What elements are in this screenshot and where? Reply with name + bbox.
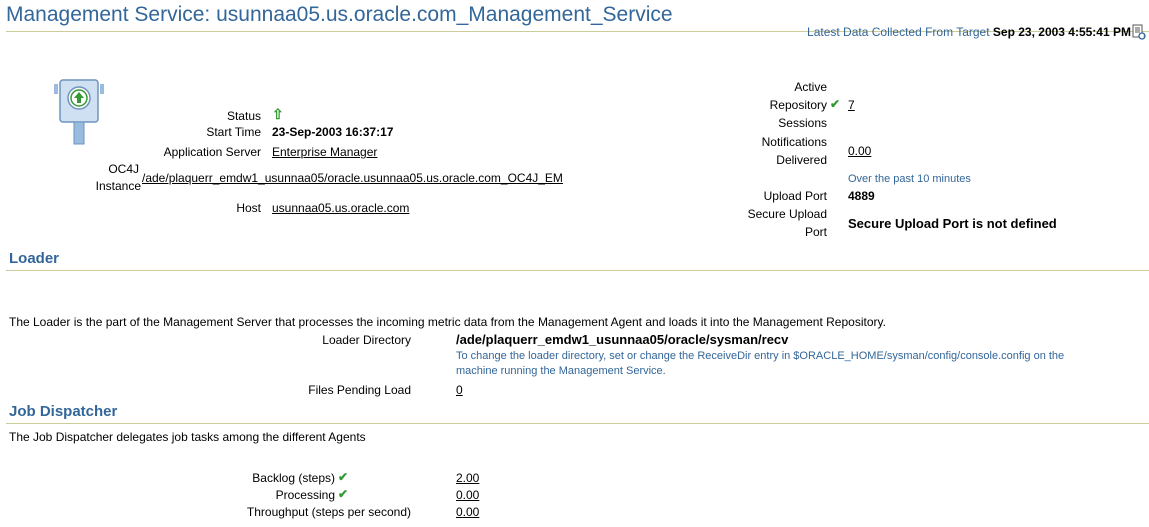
active-sessions-label-2: Repository xyxy=(769,98,827,112)
notifications-label-2: Delivered xyxy=(776,153,827,167)
files-pending-label: Files Pending Load xyxy=(308,383,411,397)
secure-upload-value: Secure Upload Port is not defined xyxy=(848,216,1057,231)
app-server-label: Application Server xyxy=(163,145,261,159)
loader-directory-label: Loader Directory xyxy=(322,333,411,347)
job-dispatcher-description: The Job Dispatcher delegates job tasks a… xyxy=(9,430,366,444)
loader-description: The Loader is the part of the Management… xyxy=(9,315,886,329)
notifications-hint: Over the past 10 minutes xyxy=(848,173,971,185)
job-dispatcher-divider xyxy=(6,423,1149,424)
files-pending-link[interactable]: 0 xyxy=(456,383,463,397)
oc4j-label-line2: Instance xyxy=(95,179,141,193)
loader-heading: Loader xyxy=(9,250,60,267)
throughput-label: Throughput (steps per second) xyxy=(246,505,411,519)
refresh-icon[interactable] xyxy=(1132,24,1146,40)
backlog-link[interactable]: 2.00 xyxy=(456,471,479,485)
loader-directory-hint-2: machine running the Management Service. xyxy=(456,365,666,377)
status-label: Status xyxy=(226,109,261,123)
secure-upload-label-1: Secure Upload xyxy=(747,207,827,221)
processing-link[interactable]: 0.00 xyxy=(456,488,479,502)
upload-port-value: 4889 xyxy=(848,189,875,203)
notifications-link[interactable]: 0.00 xyxy=(848,144,871,158)
active-sessions-link[interactable]: 7 xyxy=(848,98,855,112)
oc4j-instance-link[interactable]: /ade/plaquerr_emdw1_usunnaa05/oracle.usu… xyxy=(142,171,563,185)
upload-port-label: Upload Port xyxy=(763,189,827,203)
throughput-link[interactable]: 0.00 xyxy=(456,505,479,519)
page-title: Management Service: usunnaa05.us.oracle.… xyxy=(6,3,673,26)
active-sessions-label-3: Sessions xyxy=(778,116,827,130)
loader-divider xyxy=(6,270,1149,271)
start-time-label: Start Time xyxy=(206,125,261,139)
host-label: Host xyxy=(236,201,261,215)
active-sessions-check-icon: ✔ xyxy=(830,97,841,111)
processing-check-icon: ✔ xyxy=(338,487,349,501)
data-collected-info: Latest Data Collected From Target Sep 23… xyxy=(807,25,1131,39)
start-time-value: 23-Sep-2003 16:37:17 xyxy=(272,125,394,139)
oc4j-label-line1: OC4J xyxy=(108,162,139,176)
target-status-icon xyxy=(54,79,104,145)
notifications-label-1: Notifications xyxy=(761,135,827,149)
loader-directory-hint-1: To change the loader directory, set or c… xyxy=(456,350,1065,362)
loader-directory-value: /ade/plaquerr_emdw1_usunnaa05/oracle/sys… xyxy=(456,332,789,347)
backlog-check-icon: ✔ xyxy=(338,470,349,484)
job-dispatcher-heading: Job Dispatcher xyxy=(9,403,118,420)
data-collected-label: Latest Data Collected From Target xyxy=(807,25,990,39)
secure-upload-label-2: Port xyxy=(804,225,827,239)
status-up-icon: ⇧ xyxy=(272,106,284,122)
data-collected-time: Sep 23, 2003 4:55:41 PM xyxy=(992,25,1131,39)
host-link[interactable]: usunnaa05.us.oracle.com xyxy=(272,201,409,215)
backlog-label: Backlog (steps) xyxy=(252,471,335,485)
active-sessions-label-1: Active xyxy=(794,80,827,94)
processing-label: Processing xyxy=(275,488,335,502)
app-server-link[interactable]: Enterprise Manager xyxy=(272,145,377,159)
